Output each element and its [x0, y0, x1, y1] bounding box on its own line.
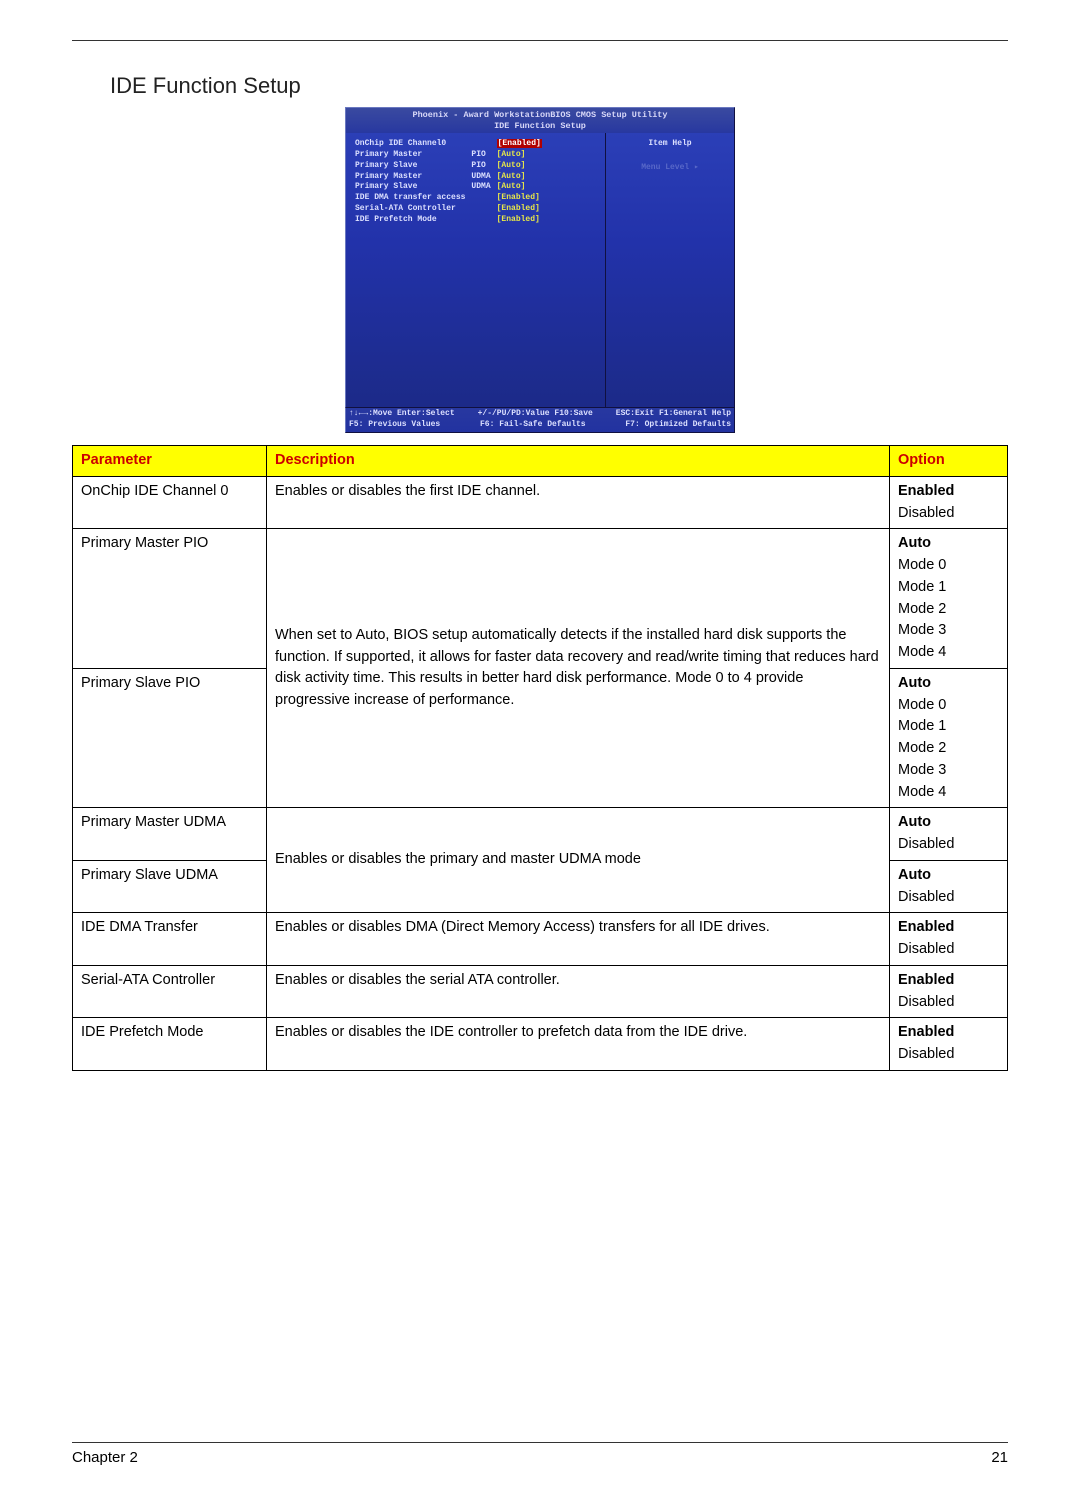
cell-description: When set to Auto, BIOS setup automatical…	[267, 529, 890, 808]
bios-row: OnChip IDE Channel0[Enabled]	[352, 139, 545, 150]
bios-row: Serial-ATA Controller[Enabled]	[352, 204, 545, 215]
bios-footer-1a: ↑↓←→:Move Enter:Select	[349, 409, 455, 419]
cell-parameter: IDE DMA Transfer	[73, 913, 267, 966]
cell-option: AutoDisabled	[890, 808, 1008, 861]
cell-option: EnabledDisabled	[890, 476, 1008, 529]
th-option: Option	[890, 446, 1008, 477]
cell-description: Enables or disables the IDE controller t…	[267, 1018, 890, 1071]
section-title: IDE Function Setup	[110, 73, 1008, 99]
cell-parameter: OnChip IDE Channel 0	[73, 476, 267, 529]
bios-footer-1b: +/-/PU/PD:Value F10:Save	[478, 409, 593, 419]
table-row: IDE DMA TransferEnables or disables DMA …	[73, 913, 1008, 966]
cell-option: EnabledDisabled	[890, 913, 1008, 966]
top-rule	[72, 40, 1008, 41]
cell-option: AutoMode 0Mode 1Mode 2Mode 3Mode 4	[890, 529, 1008, 669]
bios-footer: ↑↓←→:Move Enter:Select +/-/PU/PD:Value F…	[345, 408, 735, 433]
bios-row: Primary MasterUDMA[Auto]	[352, 172, 545, 183]
bios-menu-level: Menu Level ▸	[610, 162, 730, 172]
bios-row: Primary MasterPIO[Auto]	[352, 150, 545, 161]
page-footer: Chapter 2 21	[72, 1442, 1008, 1466]
cell-description: Enables or disables the serial ATA contr…	[267, 965, 890, 1018]
cell-description: Enables or disables the primary and mast…	[267, 808, 890, 913]
bios-footer-2b: F6: Fail-Safe Defaults	[480, 420, 586, 430]
bios-help-header: Item Help	[610, 139, 730, 148]
bios-title-line2: IDE Function Setup	[494, 121, 586, 131]
table-row: Primary Master PIOWhen set to Auto, BIOS…	[73, 529, 1008, 669]
cell-parameter: Serial-ATA Controller	[73, 965, 267, 1018]
footer-page: 21	[991, 1449, 1008, 1466]
table-row: IDE Prefetch ModeEnables or disables the…	[73, 1018, 1008, 1071]
bios-row: IDE DMA transfer access[Enabled]	[352, 193, 545, 204]
cell-parameter: Primary Master UDMA	[73, 808, 267, 861]
table-row: Primary Master UDMAEnables or disables t…	[73, 808, 1008, 861]
bios-settings-pane: OnChip IDE Channel0[Enabled]Primary Mast…	[346, 133, 606, 407]
parameter-table: Parameter Description Option OnChip IDE …	[72, 445, 1008, 1071]
cell-parameter: Primary Slave PIO	[73, 668, 267, 808]
bios-row: Primary SlavePIO[Auto]	[352, 161, 545, 172]
cell-option: AutoMode 0Mode 1Mode 2Mode 3Mode 4	[890, 668, 1008, 808]
bios-title-line1: Phoenix - Award WorkstationBIOS CMOS Set…	[412, 110, 667, 120]
th-description: Description	[267, 446, 890, 477]
th-parameter: Parameter	[73, 446, 267, 477]
cell-description: Enables or disables the first IDE channe…	[267, 476, 890, 529]
cell-parameter: IDE Prefetch Mode	[73, 1018, 267, 1071]
bios-footer-2a: F5: Previous Values	[349, 420, 440, 430]
bios-screenshot: Phoenix - Award WorkstationBIOS CMOS Set…	[345, 107, 735, 433]
footer-chapter: Chapter 2	[72, 1449, 138, 1466]
cell-parameter: Primary Master PIO	[73, 529, 267, 669]
bios-row: IDE Prefetch Mode[Enabled]	[352, 215, 545, 226]
bios-title: Phoenix - Award WorkstationBIOS CMOS Set…	[345, 107, 735, 133]
bios-row: Primary SlaveUDMA[Auto]	[352, 182, 545, 193]
bios-footer-1c: ESC:Exit F1:General Help	[616, 409, 731, 419]
cell-option: EnabledDisabled	[890, 1018, 1008, 1071]
cell-description: Enables or disables DMA (Direct Memory A…	[267, 913, 890, 966]
table-row: Serial-ATA ControllerEnables or disables…	[73, 965, 1008, 1018]
cell-option: AutoDisabled	[890, 860, 1008, 913]
bios-footer-2c: F7: Optimized Defaults	[625, 420, 731, 430]
cell-option: EnabledDisabled	[890, 965, 1008, 1018]
table-row: OnChip IDE Channel 0Enables or disables …	[73, 476, 1008, 529]
cell-parameter: Primary Slave UDMA	[73, 860, 267, 913]
bios-help-pane: Item Help Menu Level ▸	[606, 133, 734, 407]
